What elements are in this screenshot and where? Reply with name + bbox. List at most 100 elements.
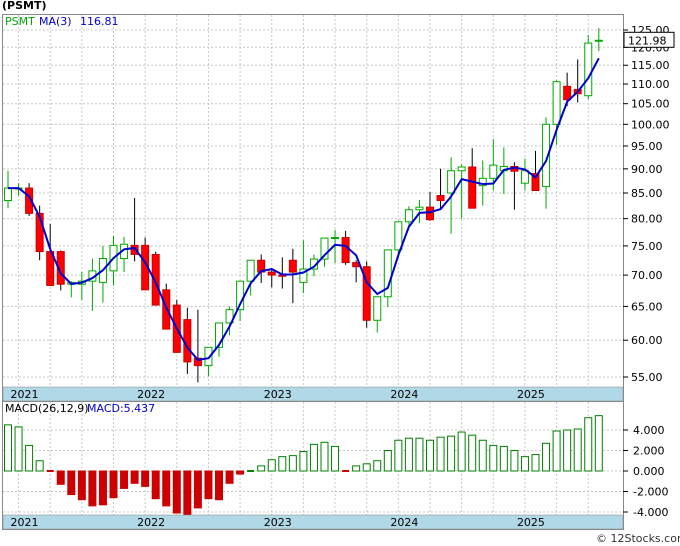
psmt-legend-label: PSMT (5, 15, 35, 28)
price-panel (2, 14, 624, 402)
candle-body (594, 39, 603, 42)
candle-body (394, 221, 403, 251)
macd-xtick-label: 2022 (137, 516, 165, 529)
price-xtick-label: 2023 (264, 388, 292, 401)
macd-bar (584, 417, 593, 472)
candle-body (436, 194, 445, 202)
macd-ytick-label: 2.000 (633, 445, 665, 458)
macd-bar (426, 439, 434, 472)
stock-chart: 20212022202320242025 125.00120.00115.001… (2, 0, 680, 545)
macd-bar (77, 470, 86, 501)
candle-body (183, 319, 192, 363)
macd-bar (98, 470, 107, 506)
candle-body (246, 259, 255, 282)
macd-bar (309, 443, 318, 472)
price-ytick-label: 95.00 (631, 140, 663, 153)
price-ytick-label: 80.00 (631, 213, 663, 226)
candle-body (415, 206, 424, 211)
macd-ytick-label: 4.000 (633, 424, 665, 437)
price-ytick-label: 65.00 (631, 300, 663, 313)
chart-title: (PSMT) (2, 0, 47, 12)
macd-bar (109, 470, 118, 499)
macd-bar (352, 465, 361, 472)
last-price-value: 121.98 (628, 34, 667, 47)
macd-bar (436, 436, 445, 472)
macd-bar (225, 470, 234, 484)
macd-bar (288, 455, 297, 472)
price-xtick-label: 2024 (390, 388, 418, 401)
price-xtick-label: 2025 (517, 388, 545, 401)
macd-bar (120, 470, 129, 489)
ma-legend-label: MA(3) (39, 15, 72, 28)
macd-bar (520, 456, 529, 472)
price-xtick-label: 2021 (11, 388, 39, 401)
macd-bar (56, 470, 65, 485)
macd-bar (130, 470, 139, 484)
macd-value-label: MACD:5.437 (87, 402, 155, 415)
macd-bar (478, 439, 487, 472)
macd-bar (394, 439, 403, 472)
candle-body (426, 206, 434, 221)
macd-bar (257, 465, 266, 472)
macd-bar (67, 470, 76, 496)
macd-bar (563, 429, 572, 472)
macd-bar (151, 470, 160, 500)
macd-bar (531, 454, 540, 472)
candle-body (447, 170, 456, 194)
macd-bar (88, 470, 97, 507)
macd-bar (25, 444, 34, 472)
macd-bar (510, 450, 519, 472)
macd-bar (573, 428, 582, 472)
macd-bar (552, 430, 561, 472)
macd-ytick-label: -4.000 (633, 506, 668, 519)
price-ytick-label: 85.00 (631, 187, 663, 200)
price-xtick-label: 2022 (137, 388, 165, 401)
candle-body (468, 166, 477, 209)
price-ytick-label: 110.00 (631, 78, 670, 91)
macd-bar (331, 445, 340, 472)
macd-bar (373, 460, 382, 472)
macd-title: MACD(26,12,9) (5, 402, 89, 415)
candle-body (489, 164, 498, 179)
macd-bar (4, 424, 12, 472)
macd-bar (594, 415, 603, 472)
macd-bar (162, 470, 171, 507)
macd-bar (193, 470, 202, 509)
candle-body (584, 42, 593, 97)
macd-bar (489, 444, 498, 472)
candle-body (4, 187, 12, 202)
price-ytick-label: 75.00 (631, 240, 663, 253)
macd-bar (320, 441, 329, 472)
macd-bar (204, 470, 213, 500)
candle-body (563, 85, 572, 101)
price-ytick-label: 55.00 (631, 371, 663, 384)
macd-bar (236, 470, 245, 475)
macd-xtick-label: 2025 (517, 516, 545, 529)
macd-bar (447, 435, 456, 472)
macd-bar (172, 470, 181, 514)
macd-bar (215, 470, 223, 501)
candle-body (331, 237, 340, 240)
macd-bar (14, 426, 23, 472)
price-ytick-label: 115.00 (631, 59, 670, 72)
macd-bar (383, 450, 392, 472)
price-ytick-label: 70.00 (631, 269, 663, 282)
candle-body (373, 296, 382, 321)
candle-body (457, 166, 466, 172)
price-ytick-label: 90.00 (631, 163, 663, 176)
price-ytick-label: 60.00 (631, 334, 663, 347)
macd-y-axis: 4.000 2.000 0.000 -2.000 -4.000 (623, 424, 668, 519)
candle-body (267, 271, 276, 276)
macd-bar (468, 434, 477, 472)
macd-bar (35, 460, 44, 472)
last-price-tag: 121.98 (623, 31, 675, 48)
macd-ytick-label: 0.000 (633, 465, 665, 478)
macd-bar (499, 445, 508, 472)
macd-bar (362, 463, 371, 472)
macd-bar (141, 470, 150, 487)
watermark: © 12Stocks.com (596, 532, 680, 545)
price-y-axis: 125.00120.00115.00110.00105.00100.0095.0… (623, 24, 670, 384)
ma-legend-value: 116.81 (80, 15, 119, 28)
candle-body (520, 170, 529, 184)
macd-bar (278, 456, 287, 472)
